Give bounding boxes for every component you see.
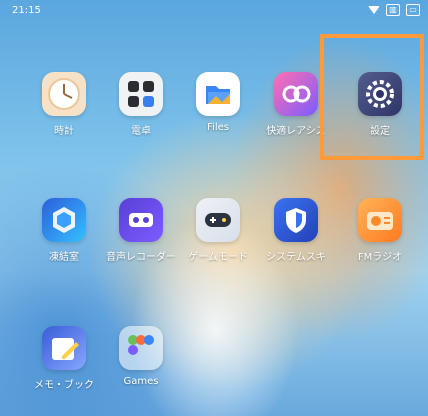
- status-bar: 21:15 ▥ ▭: [0, 0, 428, 22]
- clock-icon: [42, 72, 86, 116]
- recorder-icon: [119, 198, 163, 242]
- home-screen: 21:15 ▥ ▭ 時計 電卓 Files 快適レアシス 設定 凍結室 音声レコ…: [0, 0, 428, 416]
- app-label: Games: [123, 376, 159, 387]
- app-label: 音声レコーダー: [106, 252, 176, 263]
- signal-icon: ▥: [386, 4, 400, 16]
- battery-icon: ▭: [406, 4, 420, 16]
- files-icon: [196, 72, 240, 116]
- clock-time: 21:15: [12, 5, 41, 16]
- app-game-mode[interactable]: ゲームモード: [182, 198, 254, 263]
- games-folder-icon: [119, 326, 163, 370]
- app-freezer[interactable]: 凍結室: [28, 198, 100, 263]
- wifi-icon: [368, 6, 380, 14]
- app-label: メモ・ブック: [34, 380, 94, 391]
- app-recorder[interactable]: 音声レコーダー: [105, 198, 177, 263]
- settings-highlight-box: [320, 34, 424, 160]
- freezer-icon: [42, 198, 86, 242]
- gamepad-icon: [196, 198, 240, 242]
- assistant-icon: [274, 72, 318, 116]
- app-label: Files: [207, 122, 229, 133]
- calculator-icon: [119, 72, 163, 116]
- app-label: FMラジオ: [357, 252, 403, 263]
- app-label: システムスキ: [266, 252, 326, 263]
- app-games-folder[interactable]: Games: [105, 326, 177, 387]
- shield-icon: [274, 198, 318, 242]
- notes-icon: [42, 326, 86, 370]
- app-label: 凍結室: [49, 252, 79, 263]
- status-icons: ▥ ▭: [368, 4, 420, 16]
- app-fm-radio[interactable]: FMラジオ: [344, 198, 416, 263]
- app-clock[interactable]: 時計: [28, 72, 100, 137]
- app-label: ゲームモード: [188, 252, 248, 263]
- radio-icon: [358, 198, 402, 242]
- app-label: 電卓: [131, 126, 151, 137]
- app-notes[interactable]: メモ・ブック: [28, 326, 100, 391]
- app-system[interactable]: システムスキ: [260, 198, 332, 263]
- app-files[interactable]: Files: [182, 72, 254, 133]
- app-calculator[interactable]: 電卓: [105, 72, 177, 137]
- app-label: 時計: [54, 126, 74, 137]
